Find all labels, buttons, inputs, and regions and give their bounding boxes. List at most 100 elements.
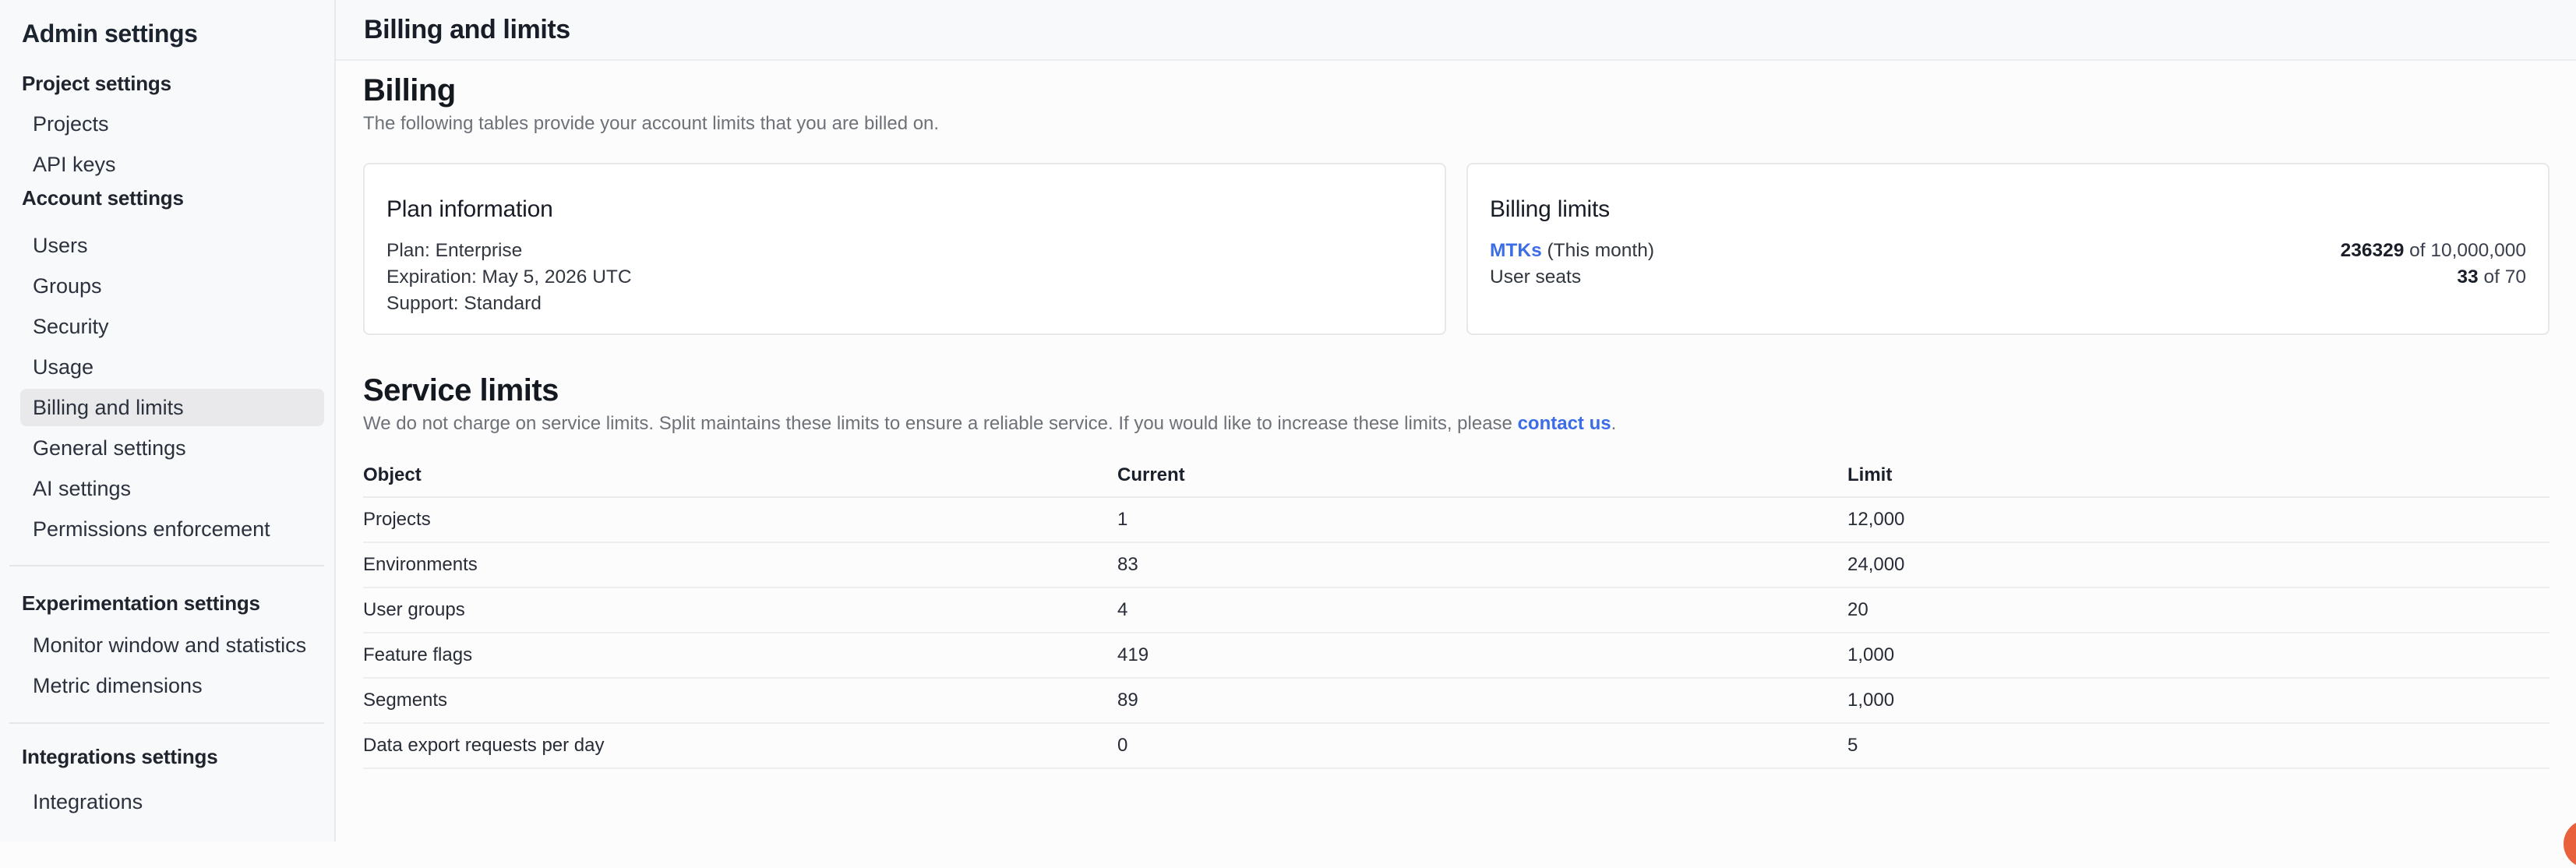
table-row: Feature flags 419 1,000 [363,633,2550,679]
sidebar-item[interactable]: Metric dimensions [20,667,324,704]
billing-limit-value-current: 236329 [2341,240,2405,261]
sidebar-item-label: AI settings [33,477,131,501]
billing-cards-row: Plan information Plan: EnterpriseExpirat… [363,163,2550,335]
sidebar-item-label: Permissions enforcement [33,517,270,542]
column-header-limit: Limit [1847,464,2550,486]
billing-limits-title: Billing limits [1490,196,2526,224]
page-title: Billing and limits [364,15,570,45]
cell-object: Projects [363,509,1117,531]
billing-limit-label-text: User seats [1490,266,1581,288]
billing-section-title: Billing [363,73,2550,108]
billing-limit-value-max: of 70 [2479,266,2526,288]
sidebar-item[interactable]: Permissions enforcement [20,510,324,548]
billing-limit-value: 236329 of 10,000,000 [2341,238,2526,264]
sidebar-items: Monitor window and statistics Metric dime… [0,626,334,704]
cell-object: Segments [363,690,1117,711]
sidebar-divider [9,565,324,566]
table-body: Projects 1 12,000 Environments 83 24,000… [363,498,2550,769]
cell-current: 0 [1117,735,1847,757]
plan-information-line: Support: Standard [386,291,1423,317]
sidebar-item[interactable]: Monitor window and statistics [20,626,324,664]
cell-limit: 1,000 [1847,644,2550,666]
sidebar-section-heading: Experimentation settings [22,591,334,615]
billing-limit-label: MTKs (This month) [1490,238,1654,264]
sidebar-item-label: Metric dimensions [33,674,203,698]
mtks-link[interactable]: MTKs [1490,240,1542,261]
cell-limit: 12,000 [1847,509,2550,531]
sidebar-items: Projects API keys [0,105,334,183]
plan-information-line: Expiration: May 5, 2026 UTC [386,264,1423,291]
service-limits-description-period: . [1611,413,1617,434]
billing-limit-label: User seats [1490,264,1581,291]
cell-object: Environments [363,554,1117,576]
cell-current: 4 [1117,599,1847,621]
billing-limit-value: 33 of 70 [2457,264,2526,291]
sidebar-item[interactable]: General settings [20,429,324,467]
sidebar-item-label: API keys [33,153,116,177]
sidebar-section-project-settings: Project settings Projects API keys [0,72,334,183]
billing-limit-value-current: 33 [2457,266,2478,288]
cell-object: Feature flags [363,644,1117,666]
table-row: Projects 1 12,000 [363,498,2550,543]
service-limits-title: Service limits [363,373,2550,408]
plan-information-title: Plan information [386,196,1423,224]
column-header-current: Current [1117,464,1847,486]
sidebar-item-label: Security [33,315,109,339]
cell-current: 83 [1117,554,1847,576]
admin-sidebar: Admin settings Project settings Projects… [0,0,336,842]
table-row: User groups 4 20 [363,588,2550,633]
sidebar-section-heading: Account settings [22,186,334,210]
billing-limit-value-max: of 10,000,000 [2404,240,2526,261]
table-row: Data export requests per day 0 5 [363,724,2550,769]
sidebar-section-heading: Project settings [22,72,334,95]
contact-us-link[interactable]: contact us [1518,413,1611,434]
sidebar-item-label: Monitor window and statistics [33,633,306,658]
sidebar-item[interactable]: Users [20,227,324,264]
cell-limit: 24,000 [1847,554,2550,576]
page-header: Billing and limits [336,0,2576,61]
cell-current: 1 [1117,509,1847,531]
plan-information-card: Plan information Plan: EnterpriseExpirat… [363,163,1446,335]
sidebar-title: Admin settings [22,19,334,48]
sidebar-item[interactable]: Usage [20,348,324,386]
sidebar-section-account-settings: Account settings Users Groups Security Usag… [0,186,334,548]
sidebar-item-label: Users [33,234,88,258]
sidebar-item[interactable]: Integrations [20,783,324,820]
table-row: Environments 83 24,000 [363,543,2550,588]
cell-current: 419 [1117,644,1847,666]
sidebar-item-label: Usage [33,355,94,379]
service-limits-table: Object Current Limit Projects 1 12,000 E… [363,454,2550,769]
sidebar-item[interactable]: AI settings [20,470,324,507]
cell-limit: 1,000 [1847,690,2550,711]
sidebar-item[interactable]: Groups [20,267,324,305]
service-limits-description: We do not charge on service limits. Spli… [363,412,2550,436]
sidebar-item-label: Projects [33,112,109,136]
sidebar-items: Integrations [0,783,334,820]
cell-limit: 5 [1847,735,2550,757]
sidebar-item[interactable]: Security [20,308,324,345]
billing-limit-row: MTKs (This month) 236329 of 10,000,000 [1490,238,2526,264]
sidebar-item-label: Groups [33,274,102,298]
service-limits-description-text: We do not charge on service limits. Spli… [363,413,1518,434]
plan-information-body: Plan: EnterpriseExpiration: May 5, 2026 … [386,238,1423,317]
billing-limit-row: User seats 33 of 70 [1490,264,2526,291]
sidebar-section-heading: Integrations settings [22,745,334,768]
sidebar-item-label: General settings [33,436,186,460]
billing-limits-card: Billing limits MTKs (This month) 236329 … [1466,163,2550,335]
sidebar-items: Users Groups Security Usage Billing and limi… [0,227,334,548]
table-header-row: Object Current Limit [363,454,2550,498]
sidebar-item[interactable]: API keys [20,146,324,183]
sidebar-divider [9,722,324,724]
sidebar-item-label: Integrations [33,790,143,814]
billing-limits-body: MTKs (This month) 236329 of 10,000,000 U… [1490,238,2526,291]
sidebar-item[interactable]: Billing and limits [20,389,324,426]
billing-limit-label-text: (This month) [1542,240,1654,261]
billing-section-description: The following tables provide your accoun… [363,112,2550,136]
cell-limit: 20 [1847,599,2550,621]
cell-current: 89 [1117,690,1847,711]
plan-information-line: Plan: Enterprise [386,238,1423,264]
sidebar-item[interactable]: Projects [20,105,324,143]
cell-object: User groups [363,599,1117,621]
sidebar-section-integrations-settings: Integrations settings Integrations [0,745,334,820]
sidebar-section-experimentation-settings: Experimentation settings Monitor window … [0,591,334,704]
